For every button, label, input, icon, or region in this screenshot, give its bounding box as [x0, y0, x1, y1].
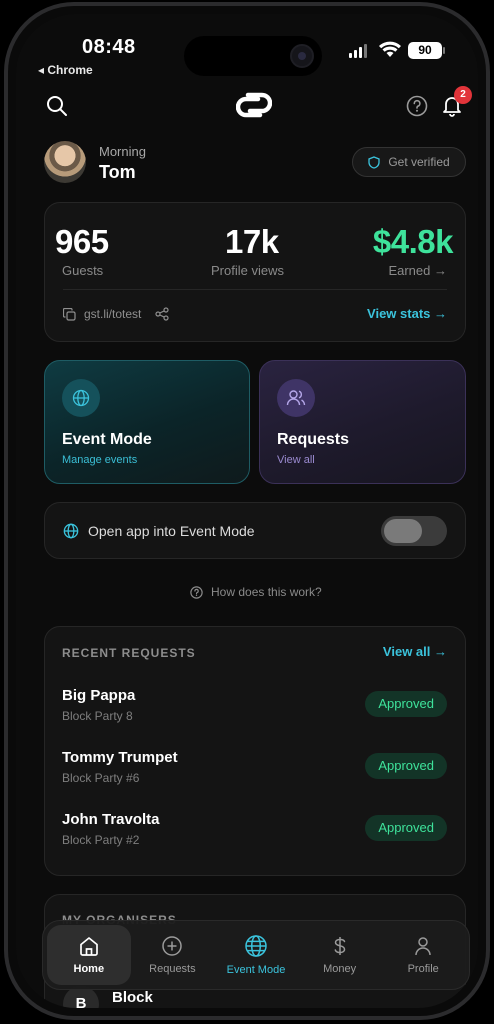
- tab-profile[interactable]: Profile: [381, 925, 465, 985]
- logo-icon: [236, 92, 272, 118]
- tab-profile-label: Profile: [407, 963, 439, 975]
- requests-view-all-link[interactable]: View all: [277, 454, 315, 466]
- shield-icon: [368, 155, 380, 169]
- event-mode-toggle-row: Open app into Event Mode: [44, 502, 466, 559]
- get-verified-button[interactable]: Get verified: [352, 147, 466, 177]
- camera-icon: [290, 44, 314, 68]
- how-does-this-work-label: How does this work?: [211, 585, 322, 599]
- request-event: Block Party #2: [62, 833, 140, 847]
- tab-event-mode[interactable]: Event Mode: [214, 925, 298, 985]
- status-badge: Approved: [365, 691, 447, 717]
- share-icon[interactable]: [155, 307, 169, 321]
- request-name: Tommy Trumpet: [62, 749, 178, 766]
- globe-icon: [62, 379, 100, 417]
- list-item[interactable]: John Travolta Block Party #2 Approved: [62, 811, 447, 855]
- user-icon: [415, 937, 431, 956]
- guests-label: Guests: [62, 263, 104, 278]
- requests-title: Requests: [277, 431, 350, 448]
- help-icon: [190, 585, 203, 599]
- back-to-app-link[interactable]: ◂ Chrome: [38, 63, 93, 77]
- earned-value: $4.8k: [372, 223, 454, 260]
- manage-events-link[interactable]: Manage events: [62, 454, 137, 466]
- wifi-icon: [379, 41, 401, 57]
- recent-requests-card: RECENT REQUESTS View all → Big Pappa Blo…: [44, 626, 466, 876]
- switch-knob: [384, 519, 422, 543]
- screen: 08:48 ◂ Chrome 90 2 Morning Tom Get veri…: [16, 14, 478, 1008]
- requests-tile[interactable]: Requests View all: [259, 360, 466, 484]
- search-icon[interactable]: [45, 94, 69, 118]
- request-event: Block Party 8: [62, 709, 133, 723]
- view-stats-link[interactable]: View stats →: [367, 306, 447, 321]
- divider: [63, 289, 447, 290]
- tab-money-label: Money: [323, 963, 357, 975]
- signal-icon: [349, 44, 367, 58]
- event-mode-title: Event Mode: [62, 431, 152, 448]
- dollar-icon: [334, 937, 345, 955]
- profile-link-text[interactable]: gst.li/totest: [84, 307, 141, 321]
- plus-circle-icon: [162, 936, 183, 956]
- status-badge: Approved: [365, 753, 447, 779]
- tab-bar: Home Requests Event Mode Money Profile: [42, 920, 470, 990]
- stats-card: 965 Guests 17k Profile views $4.8k Earne…: [44, 202, 466, 342]
- profile-views-value: 17k: [225, 223, 279, 260]
- profile-views-label: Profile views: [211, 263, 284, 278]
- help-icon[interactable]: [406, 95, 428, 117]
- request-event: Block Party #6: [62, 771, 140, 785]
- profile-link-row: gst.li/totest: [63, 307, 169, 321]
- phone-bezel: 08:48 ◂ Chrome 90 2 Morning Tom Get veri…: [8, 6, 486, 1016]
- dynamic-island: [184, 36, 322, 76]
- event-mode-tile[interactable]: Event Mode Manage events: [44, 360, 250, 484]
- request-name: Big Pappa: [62, 687, 136, 704]
- recent-requests-title: RECENT REQUESTS: [62, 646, 196, 660]
- status-time: 08:48: [82, 36, 136, 58]
- request-name: John Travolta: [62, 811, 160, 828]
- greeting-name: Tom: [99, 162, 136, 182]
- how-does-this-work-link[interactable]: How does this work?: [190, 585, 322, 599]
- list-item[interactable]: Big Pappa Block Party 8 Approved: [62, 687, 447, 731]
- avatar[interactable]: [44, 141, 86, 183]
- globe-icon: [63, 523, 79, 539]
- battery-indicator: 90: [408, 42, 445, 59]
- greeting-salutation: Morning: [99, 144, 146, 159]
- status-badge: Approved: [365, 815, 447, 841]
- organiser-name[interactable]: Block: [112, 989, 153, 1006]
- tab-money[interactable]: Money: [298, 925, 382, 985]
- tab-home[interactable]: Home: [47, 925, 131, 985]
- tab-requests-label: Requests: [149, 963, 196, 975]
- phone-frame: 08:48 ◂ Chrome 90 2 Morning Tom Get veri…: [4, 2, 490, 1020]
- tab-home-label: Home: [73, 963, 105, 975]
- event-mode-toggle-label: Open app into Event Mode: [88, 523, 255, 539]
- home-icon: [79, 937, 98, 956]
- earned-link[interactable]: Earned →: [388, 263, 447, 278]
- users-icon: [277, 379, 315, 417]
- guests-value: 965: [55, 223, 109, 260]
- globe-icon: [245, 935, 267, 957]
- copy-icon[interactable]: [63, 307, 76, 321]
- tab-requests[interactable]: Requests: [131, 925, 215, 985]
- recent-requests-view-all[interactable]: View all →: [383, 644, 447, 659]
- list-item[interactable]: Tommy Trumpet Block Party #6 Approved: [62, 749, 447, 793]
- tab-event-mode-label: Event Mode: [226, 964, 286, 976]
- notification-badge: 2: [454, 86, 472, 104]
- get-verified-label: Get verified: [388, 155, 450, 169]
- event-mode-switch[interactable]: [381, 516, 447, 546]
